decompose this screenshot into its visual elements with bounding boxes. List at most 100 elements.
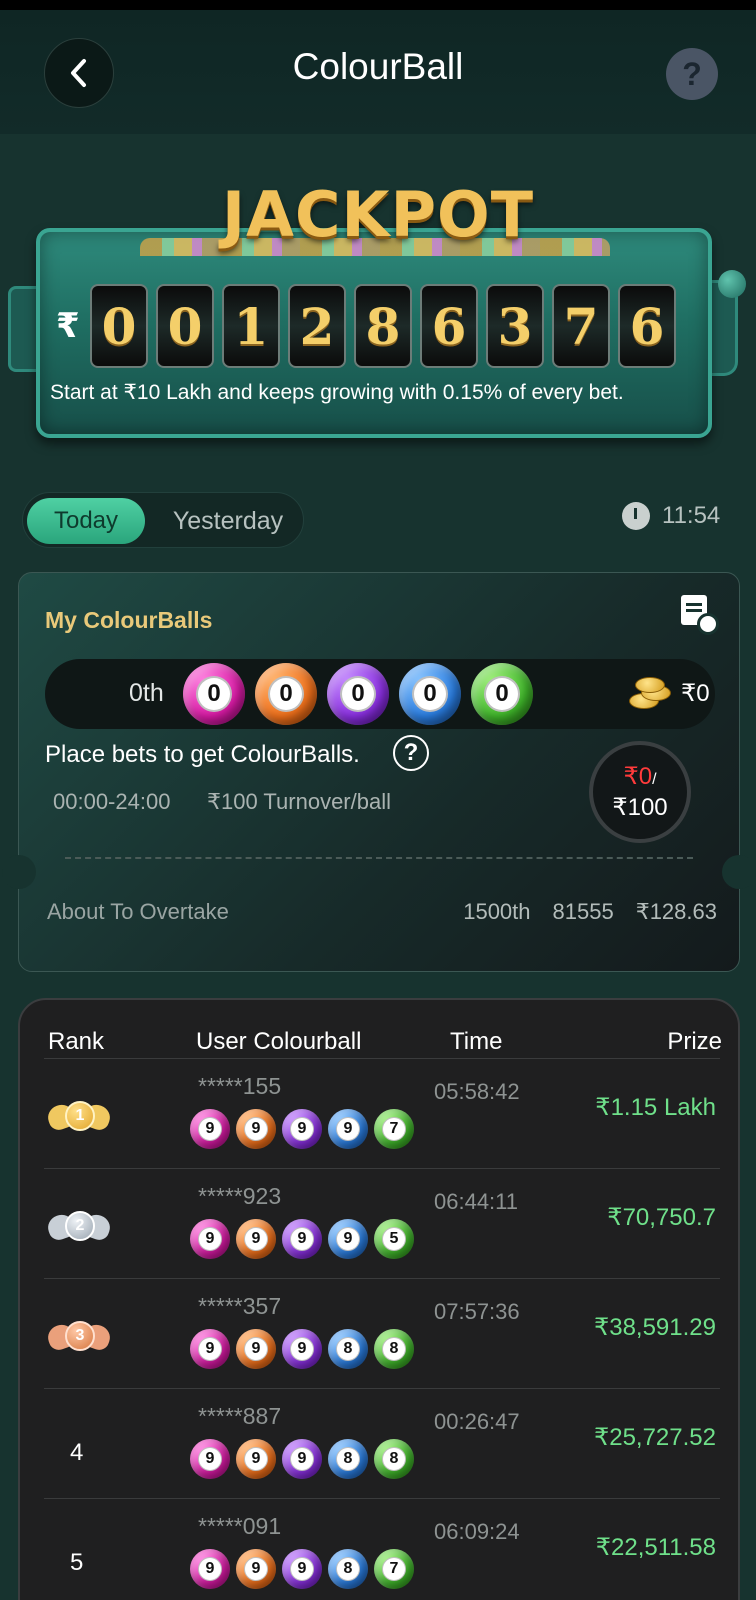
my-colourballs-title: My ColourBalls [45, 607, 213, 633]
ticket-notch-right [722, 855, 756, 889]
ball-number: 0 [340, 676, 376, 712]
colour-ball-pink: 9 [190, 1549, 230, 1589]
jackpot-title: JACKPOT [221, 178, 535, 251]
timer-value: 11:54 [662, 502, 721, 529]
ball-number: 8 [382, 1337, 406, 1361]
jackpot-digit: 6 [420, 284, 478, 368]
user-id: *****923 [198, 1183, 282, 1209]
table-row[interactable]: 3 *****357 9 9 9 8 8 07:57:36 ₹38,591.29 [44, 1278, 720, 1390]
ball-number: 0 [412, 676, 448, 712]
ball-number: 9 [244, 1337, 268, 1361]
row-time: 06:44:11 [434, 1189, 519, 1214]
colour-ball-blue: 0 [399, 663, 461, 725]
ball-number: 9 [336, 1227, 360, 1251]
my-prize: ₹0 [681, 680, 710, 707]
ball-number: 9 [198, 1557, 222, 1581]
colour-ball-blue: 8 [328, 1329, 368, 1369]
turnover-progress: ₹0/ ₹100 [589, 741, 691, 843]
colour-ball-orange: 0 [255, 663, 317, 725]
colour-ball-blue: 9 [328, 1109, 368, 1149]
colour-ball-green: 0 [471, 663, 533, 725]
header-user: User Colourball [196, 1028, 362, 1055]
colour-ball-blue: 9 [328, 1219, 368, 1259]
user-balls: 9 9 9 9 7 [190, 1109, 414, 1149]
medal-rank: 3 [65, 1321, 95, 1351]
table-row[interactable]: 4 *****887 9 9 9 8 8 00:26:47 ₹25,727.52 [44, 1388, 720, 1500]
user-id: *****887 [198, 1403, 282, 1429]
ball-number: 0 [196, 676, 232, 712]
colour-ball-purple: 9 [282, 1549, 322, 1589]
row-time: 05:58:42 [434, 1079, 520, 1104]
status-bar [0, 0, 756, 10]
overtake-label: About To Overtake [47, 899, 229, 924]
my-balls-row: 0th 0 0 0 0 0 ₹0 [45, 659, 715, 729]
gold-medal-icon: 1 [44, 1099, 114, 1139]
jackpot-digit: 0 [156, 284, 214, 368]
ball-number: 9 [198, 1227, 222, 1251]
colour-ball-blue: 8 [328, 1549, 368, 1589]
leaderboard: Rank User Colourball Time Prize 1 *****1… [18, 998, 740, 1600]
ball-number: 9 [244, 1447, 268, 1471]
colour-ball-blue: 8 [328, 1439, 368, 1479]
rule-turnover: ₹100 Turnover/ball [207, 789, 391, 814]
medal-rank: 2 [65, 1211, 95, 1241]
jackpot-digit: 6 [618, 284, 676, 368]
turnover-current-line: ₹0/ [623, 763, 656, 794]
row-time: 06:09:24 [434, 1519, 520, 1544]
ball-number: 8 [382, 1447, 406, 1471]
ball-number: 9 [290, 1337, 314, 1361]
table-row[interactable]: 1 *****155 9 9 9 9 7 05:58:42 ₹1.15 Lakh [44, 1058, 720, 1170]
help-icon[interactable]: ? [666, 48, 718, 100]
colour-ball-purple: 9 [282, 1329, 322, 1369]
jackpot-digit: 1 [222, 284, 280, 368]
ball-number: 9 [290, 1447, 314, 1471]
ball-number: 9 [198, 1447, 222, 1471]
history-icon[interactable] [681, 595, 719, 635]
my-rank: 0th [129, 679, 164, 707]
ball-number: 9 [244, 1117, 268, 1141]
turnover-target: ₹100 [612, 793, 668, 821]
colour-ball-pink: 0 [183, 663, 245, 725]
table-row[interactable]: 5 *****091 9 9 9 8 7 06:09:24 ₹22,511.58 [44, 1498, 720, 1600]
jackpot-description: Start at ₹10 Lakh and keeps growing with… [50, 381, 624, 404]
bronze-medal-icon: 3 [44, 1319, 114, 1359]
jackpot-digit: 8 [354, 284, 412, 368]
table-row[interactable]: 2 *****923 9 9 9 9 5 06:44:11 ₹70,750.7 [44, 1168, 720, 1280]
row-prize: ₹38,591.29 [593, 1314, 716, 1341]
colour-ball-purple: 0 [327, 663, 389, 725]
my-balls: 0 0 0 0 0 [183, 663, 533, 725]
row-time: 07:57:36 [434, 1299, 520, 1324]
tab-today[interactable]: Today [27, 498, 145, 544]
ball-number: 8 [336, 1447, 360, 1471]
question-icon[interactable]: ? [393, 735, 429, 771]
timer-icon [622, 502, 650, 530]
turnover-slash: / [652, 770, 657, 788]
row-prize: ₹22,511.58 [595, 1534, 716, 1561]
colour-ball-green: 8 [374, 1329, 414, 1369]
header-prize: Prize [667, 1028, 722, 1055]
jackpot-digits: 0 0 1 2 8 6 3 7 6 [90, 284, 676, 368]
ball-number: 0 [268, 676, 304, 712]
jackpot-digit: 2 [288, 284, 346, 368]
colour-ball-pink: 9 [190, 1219, 230, 1259]
ball-number: 0 [484, 676, 520, 712]
place-bets-text: Place bets to get ColourBalls. [45, 741, 360, 768]
colour-ball-green: 7 [374, 1109, 414, 1149]
tab-yesterday[interactable]: Yesterday [163, 498, 293, 544]
user-balls: 9 9 9 8 8 [190, 1329, 414, 1369]
header: ColourBall ? [0, 10, 756, 134]
divider [65, 857, 693, 859]
countdown-timer: 11:54 [622, 502, 720, 530]
user-balls: 9 9 9 9 5 [190, 1219, 414, 1259]
ball-number: 9 [244, 1557, 268, 1581]
jackpot-lever-knob [718, 270, 746, 298]
ball-number: 7 [382, 1117, 406, 1141]
user-id: *****091 [198, 1513, 282, 1539]
colour-ball-purple: 9 [282, 1219, 322, 1259]
row-rank: 5 [70, 1549, 84, 1576]
jackpot-digit: 0 [90, 284, 148, 368]
colour-ball-orange: 9 [236, 1549, 276, 1589]
colour-ball-green: 8 [374, 1439, 414, 1479]
user-balls: 9 9 9 8 7 [190, 1549, 414, 1589]
user-balls: 9 9 9 8 8 [190, 1439, 414, 1479]
